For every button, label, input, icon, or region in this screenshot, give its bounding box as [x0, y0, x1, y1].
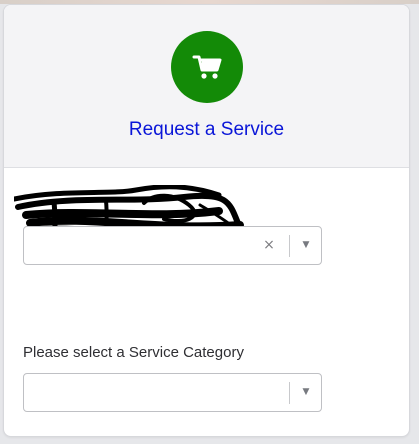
- request-a-service-link[interactable]: Request a Service: [4, 119, 409, 141]
- service-category-label: Please select a Service Category: [23, 344, 244, 361]
- chevron-down-icon[interactable]: ▼: [290, 374, 322, 411]
- card-header: Request a Service: [4, 5, 409, 168]
- shopping-cart-icon: [192, 55, 222, 79]
- service-category-select[interactable]: ▼: [23, 373, 322, 412]
- clear-selection-icon[interactable]: ×: [260, 236, 278, 254]
- first-select-dropdown[interactable]: × ▼: [23, 226, 322, 265]
- chevron-down-icon[interactable]: ▼: [290, 227, 322, 264]
- request-service-card: Request a Service × ▼ Please select a Se…: [3, 4, 410, 437]
- cart-icon-badge: [171, 31, 243, 103]
